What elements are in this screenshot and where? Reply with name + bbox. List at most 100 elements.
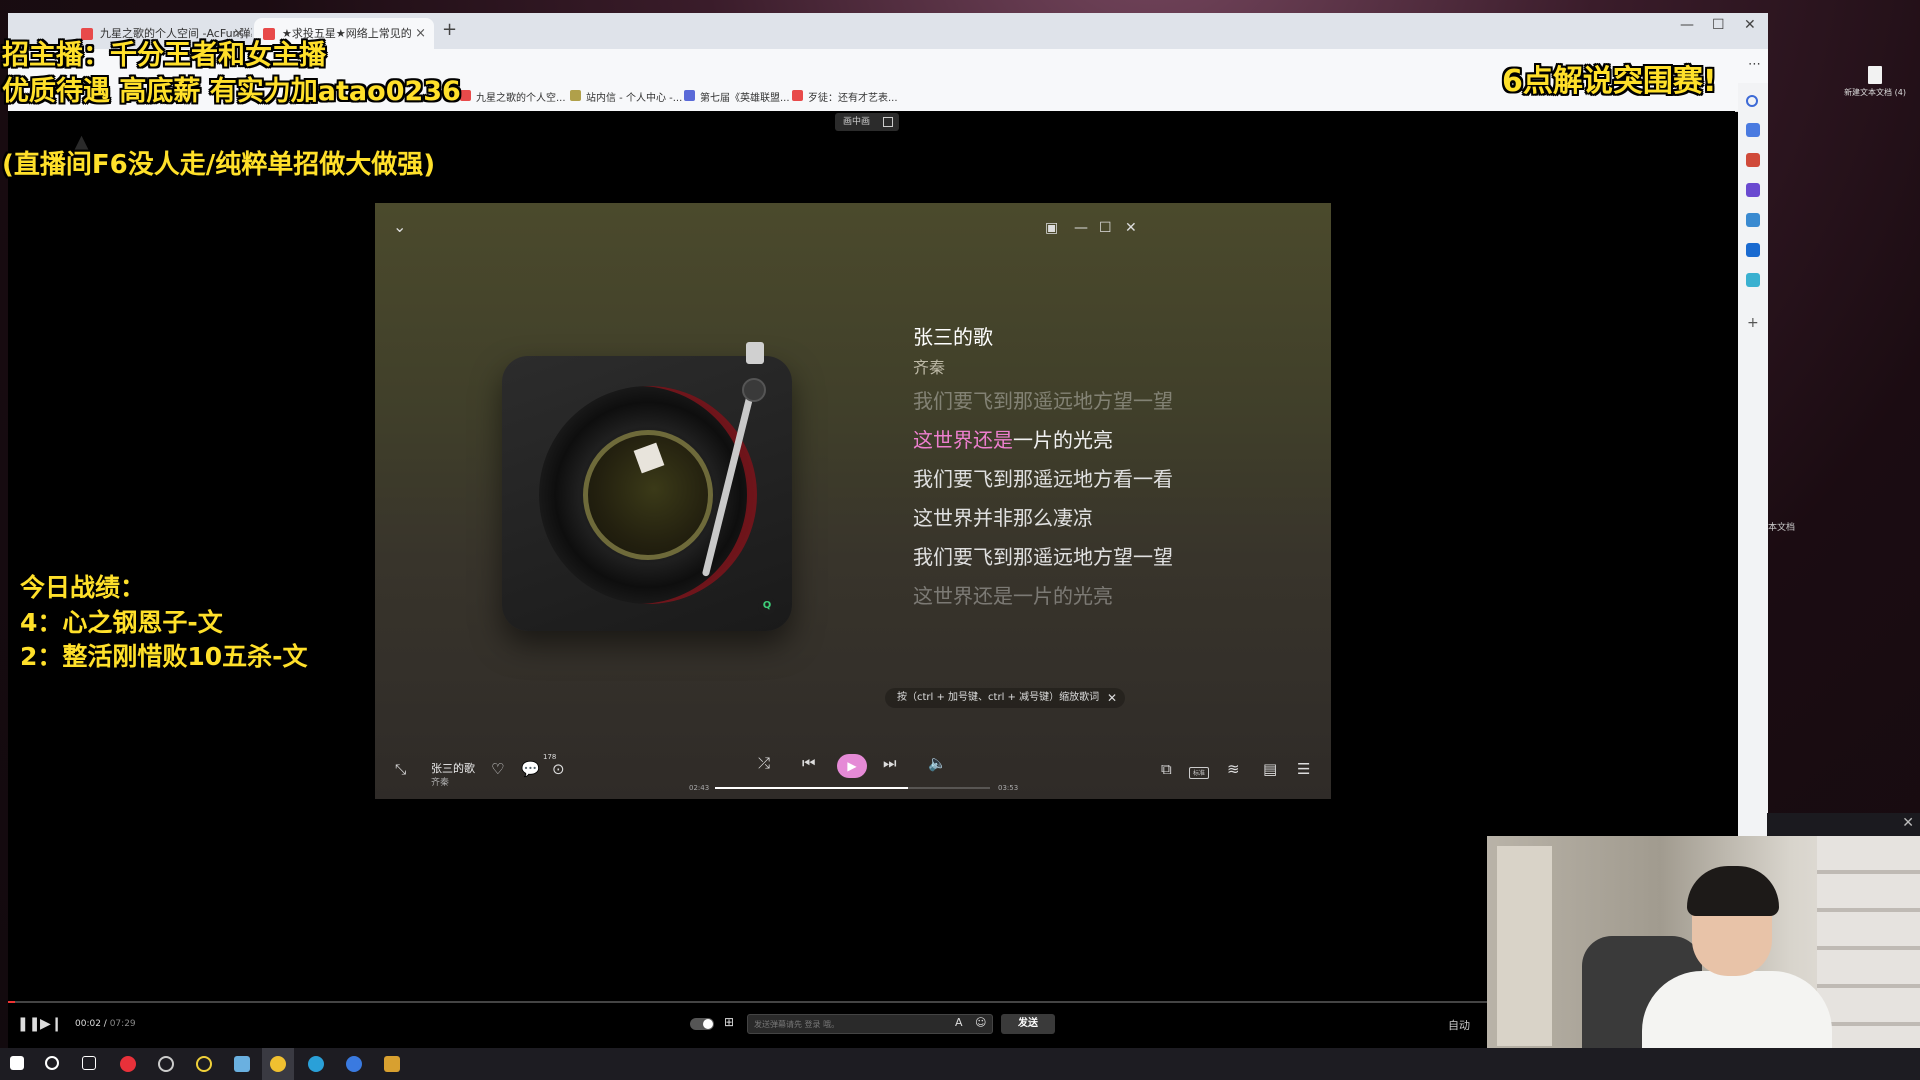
next-track-icon[interactable]: ⏭: [883, 754, 897, 772]
pip-button[interactable]: 画中画: [835, 113, 899, 131]
app-icon[interactable]: [384, 1056, 400, 1072]
lyric-zoom-hint: 按（ctrl + 加号键、ctrl + 减号键）缩放歌词 ✕: [885, 688, 1126, 708]
heart-icon[interactable]: ♡: [491, 760, 504, 778]
lyric-line: 我们要飞到那遥远地方望一望: [913, 545, 1173, 569]
record-line-1: 4：心之钢恩子-文: [20, 608, 223, 637]
minimize-icon[interactable]: —: [1680, 17, 1694, 33]
copilot-icon[interactable]: [1746, 213, 1760, 227]
text-style-icon[interactable]: A: [955, 1016, 963, 1029]
obs-icon[interactable]: [158, 1056, 174, 1072]
bookmark-label: 站内信 - 个人中心 -...: [586, 93, 683, 104]
lyric-line: 这世界并非那么凄凉: [913, 506, 1093, 530]
tag-icon[interactable]: [1746, 123, 1760, 137]
playlist-icon[interactable]: ☰: [1297, 760, 1310, 778]
emoji-icon[interactable]: ☺: [975, 1016, 986, 1029]
shopping-icon[interactable]: [1746, 273, 1760, 287]
previous-track-icon[interactable]: ⏮: [802, 754, 816, 772]
new-tab-button[interactable]: +: [442, 19, 457, 40]
event-overlay: 6点解说突围赛!: [1502, 64, 1717, 99]
minimize-icon[interactable]: —: [1074, 220, 1088, 236]
video-progress-fill: [8, 1001, 16, 1003]
comment-icon[interactable]: 💬: [521, 760, 540, 778]
next-icon[interactable]: ▶❙: [40, 1016, 63, 1032]
edge-icon[interactable]: [308, 1056, 324, 1072]
bar-song-artist: 齐秦: [431, 778, 450, 788]
more-options-icon[interactable]: ⊙: [552, 760, 565, 778]
current-time: 02:43: [689, 784, 710, 792]
bookmark-item[interactable]: 九星之歌的个人空...: [460, 89, 566, 104]
bookmark-label: 第七届《英雄联盟...: [700, 93, 790, 104]
bookmark-favicon-icon: [684, 90, 695, 101]
toolbox-icon[interactable]: [1746, 153, 1760, 167]
bookmark-label: 九星之歌的个人空...: [476, 93, 566, 104]
share-icon[interactable]: ⧉: [1161, 760, 1172, 778]
explorer-icon[interactable]: [234, 1056, 250, 1072]
time-separator: /: [100, 1019, 110, 1029]
pause-icon[interactable]: ❚❚: [17, 1016, 40, 1032]
lyric-sung-part: 这世界还是: [913, 428, 1013, 452]
video-time: 00:02 / 07:29: [75, 1019, 136, 1029]
desktop-partial-label: 本文档: [1768, 523, 1796, 533]
record-line-2: 2：整活刚惜败10五杀-文: [20, 642, 308, 671]
toggle-knob: [703, 1019, 713, 1029]
add-icon[interactable]: +: [1747, 315, 1759, 331]
qq-music-icon[interactable]: [270, 1056, 286, 1072]
desktop-file-icon[interactable]: 新建文本文档 (4): [1840, 66, 1910, 98]
quality-auto-button[interactable]: 自动: [1448, 1017, 1470, 1033]
bookmark-item[interactable]: 站内信 - 个人中心 -...: [570, 89, 682, 104]
playback-progress-bar[interactable]: [715, 787, 990, 789]
video-progress-bar[interactable]: [8, 1001, 1490, 1003]
turntable-artwork: Q: [502, 342, 792, 631]
equalizer-icon[interactable]: ≋: [1227, 760, 1240, 778]
bookmark-favicon-icon: [792, 90, 803, 101]
close-window-icon[interactable]: ✕: [1744, 17, 1756, 33]
progress-fill: [715, 787, 908, 789]
recruit-overlay-line2: 优质待遇 高底薪 有实力加atao0236: [2, 76, 461, 107]
bookmark-favicon-icon: [570, 90, 581, 101]
pip-label: 画中画: [843, 117, 871, 127]
search-icon[interactable]: [1746, 95, 1758, 107]
task-view-icon[interactable]: [82, 1056, 96, 1070]
app-icon[interactable]: [196, 1056, 212, 1072]
player-control-bar: ⤡ 张三的歌 齐秦 ♡ 💬 178 ⊙ ⤮ ⏮ ▶ ⏭ 🔈 02:43 03:5…: [375, 740, 1331, 799]
webcam-titlebar: ✕: [1767, 813, 1920, 836]
more-menu-icon[interactable]: ⋯: [1748, 57, 1761, 72]
quality-badge[interactable]: 标准: [1189, 767, 1209, 779]
lyrics-icon[interactable]: ▤: [1263, 760, 1277, 778]
volume-icon[interactable]: 🔈: [928, 754, 947, 772]
webcam-feed: [1487, 836, 1920, 1080]
pip-icon: [883, 117, 893, 127]
maximize-icon[interactable]: ☐: [1099, 220, 1112, 236]
bookmark-item[interactable]: 歹徒：还有才艺表...: [792, 89, 898, 104]
games-icon[interactable]: [1746, 183, 1760, 197]
netease-music-icon[interactable]: [120, 1056, 136, 1072]
danmu-settings-icon[interactable]: ⊞: [724, 1015, 734, 1029]
collapse-chevron-icon[interactable]: ⌄: [393, 217, 406, 236]
bar-song-title: 张三的歌: [431, 762, 475, 775]
windows-start-icon[interactable]: [10, 1056, 24, 1070]
webcam-person-hair: [1687, 866, 1779, 916]
lyric-unsung-part: 一片的光亮: [1013, 428, 1113, 452]
maximize-icon[interactable]: ☐: [1712, 17, 1725, 33]
mini-mode-icon[interactable]: ▣: [1045, 220, 1058, 236]
bookmark-item[interactable]: 第七届《英雄联盟...: [684, 89, 790, 104]
play-button[interactable]: ▶: [837, 754, 867, 778]
desktop-file-label: 新建文本文档 (4): [1844, 88, 1906, 97]
stream-note-overlay: (直播间F6没人走/纯粹单招做大做强): [2, 150, 436, 180]
shrink-arrow-icon[interactable]: ⤡: [395, 762, 406, 778]
webcam-door: [1497, 846, 1552, 1046]
shuffle-icon[interactable]: ⤮: [758, 754, 770, 772]
tonearm-pivot: [742, 378, 766, 402]
record-title-overlay: 今日战绩：: [20, 573, 146, 602]
windows-taskbar: [0, 1048, 1920, 1080]
danmu-toggle[interactable]: [690, 1018, 714, 1030]
app-icon[interactable]: [346, 1056, 362, 1072]
bookmark-label: 歹徒：还有才艺表...: [808, 93, 898, 104]
close-icon[interactable]: ✕: [1107, 688, 1117, 708]
close-icon[interactable]: ×: [415, 18, 426, 49]
send-danmu-button[interactable]: 发送: [1001, 1014, 1055, 1034]
search-icon[interactable]: [45, 1056, 59, 1070]
close-icon[interactable]: ✕: [1902, 815, 1914, 831]
close-icon[interactable]: ✕: [1125, 220, 1137, 236]
outlook-icon[interactable]: [1746, 243, 1760, 257]
